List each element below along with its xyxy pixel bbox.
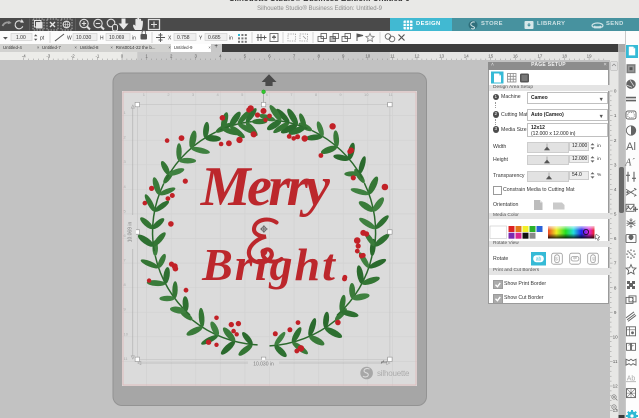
svg-text:Al: Al [626, 141, 636, 153]
svg-text:A´: A´ [624, 157, 635, 168]
